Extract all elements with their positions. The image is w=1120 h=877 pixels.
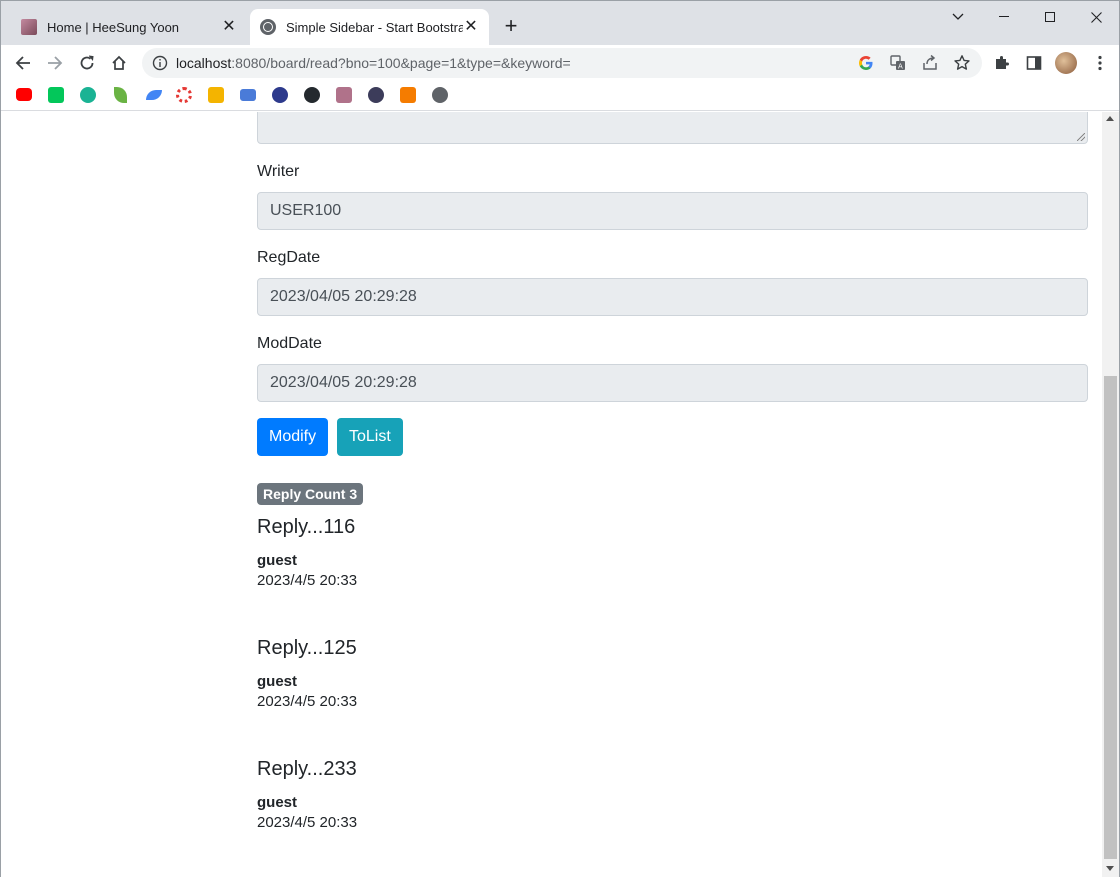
vertical-scrollbar[interactable] (1102, 112, 1119, 877)
profile-avatar-icon (1055, 52, 1077, 74)
tab-title: Simple Sidebar - Start Bootstrap (286, 19, 463, 35)
tab-strip: Home | HeeSung Yoon ✕ Simple Sidebar - S… (1, 1, 1119, 45)
reply-count-badge: Reply Count 3 (257, 483, 364, 505)
address-bar[interactable]: localhost:8080/board/read?bno=100&page=1… (142, 48, 982, 78)
close-icon (1090, 11, 1102, 23)
modify-button[interactable]: Modify (257, 418, 329, 456)
avatar-bookmark-icon[interactable] (336, 87, 352, 103)
app-icon[interactable] (80, 87, 96, 103)
star-icon[interactable] (953, 54, 971, 72)
reload-icon (80, 55, 94, 70)
profile-button[interactable] (1053, 50, 1079, 76)
back-button[interactable] (10, 50, 36, 76)
reload-button[interactable] (74, 50, 100, 76)
owl-icon[interactable] (272, 87, 288, 103)
side-panel-icon (1026, 56, 1042, 70)
ghost-icon[interactable] (368, 87, 384, 103)
tab-search-button[interactable] (935, 5, 981, 29)
bookmarks-bar (1, 81, 1119, 111)
globe-bookmark-icon[interactable] (432, 87, 448, 103)
minimize-icon (999, 16, 1009, 17)
menu-button[interactable] (1087, 50, 1113, 76)
url-text: localhost:8080/board/read?bno=100&page=1… (176, 48, 571, 78)
reply-title: Reply...116 (257, 516, 356, 538)
tolist-button[interactable]: ToList (337, 418, 403, 456)
svg-text:A: A (898, 63, 903, 71)
translate-icon[interactable]: A (889, 54, 907, 72)
close-tab-icon[interactable]: ✕ (463, 19, 479, 35)
resize-grip-icon[interactable] (1077, 133, 1085, 141)
minimize-button[interactable] (981, 5, 1027, 29)
tab-simple-sidebar[interactable]: Simple Sidebar - Start Bootstrap ✕ (250, 9, 489, 45)
home-button[interactable] (106, 50, 132, 76)
reply-date: 2023/4/5 20:33 (257, 814, 358, 831)
reply-writer: guest (257, 552, 298, 569)
cube-icon[interactable] (400, 87, 416, 103)
google-icon[interactable] (857, 54, 875, 72)
globe-icon (260, 19, 276, 35)
page-viewport: Writer USER100 RegDate 2023/04/05 20:29:… (1, 112, 1102, 877)
url-host: localhost (176, 55, 232, 71)
regdate-label: RegDate (257, 249, 321, 266)
youtube-icon[interactable] (16, 88, 32, 101)
regdate-input[interactable]: 2023/04/05 20:29:28 (257, 278, 1088, 316)
reply-title: Reply...125 (257, 637, 357, 659)
maximize-icon (1045, 12, 1055, 22)
scroll-thumb[interactable] (1104, 376, 1117, 859)
reply-date: 2023/4/5 20:33 (257, 572, 358, 589)
forward-button[interactable] (42, 50, 68, 76)
classroom-icon[interactable] (208, 87, 224, 103)
scroll-up-arrow-icon[interactable] (1106, 116, 1114, 121)
more-vertical-icon (1098, 55, 1102, 71)
url-path: :8080/board/read?bno=100&page=1&type=&ke… (231, 55, 571, 71)
moddate-input[interactable]: 2023/04/05 20:29:28 (257, 364, 1088, 402)
reply-title: Reply...233 (257, 758, 357, 780)
chevron-down-icon (952, 13, 964, 20)
side-panel-button[interactable] (1021, 50, 1047, 76)
new-tab-button[interactable]: + (499, 15, 523, 39)
browser-window: Home | HeeSung Yoon ✕ Simple Sidebar - S… (0, 0, 1120, 877)
share-icon[interactable] (921, 54, 939, 72)
close-tab-icon[interactable]: ✕ (221, 19, 237, 35)
writer-input[interactable]: USER100 (257, 192, 1088, 230)
writer-label: Writer (257, 163, 300, 180)
home-icon (112, 55, 126, 70)
reply-item[interactable]: Reply...233 guest 2023/4/5 20:33 (257, 757, 1088, 833)
tab-title: Home | HeeSung Yoon (47, 19, 180, 35)
puzzle-icon (996, 56, 1009, 69)
content-textarea[interactable] (257, 112, 1088, 144)
reply-writer: guest (257, 794, 298, 811)
reply-item[interactable]: Reply...116 guest 2023/4/5 20:33 (257, 515, 1088, 591)
leaf-icon[interactable] (114, 87, 127, 103)
arrow-left-icon (15, 56, 30, 70)
reply-writer: guest (257, 673, 298, 690)
extensions-button[interactable] (989, 50, 1015, 76)
feather-icon[interactable] (146, 90, 162, 100)
scroll-down-arrow-icon[interactable] (1106, 866, 1114, 871)
github-icon[interactable] (304, 87, 320, 103)
naver-icon[interactable] (48, 87, 64, 103)
arrow-right-icon (48, 56, 63, 70)
lifebuoy-icon[interactable] (176, 87, 192, 103)
maximize-button[interactable] (1027, 5, 1073, 29)
close-window-button[interactable] (1073, 5, 1119, 29)
avatar-favicon-icon (21, 19, 37, 35)
kakao-icon[interactable] (240, 89, 256, 101)
reply-item[interactable]: Reply...125 guest 2023/4/5 20:33 (257, 636, 1088, 712)
info-icon[interactable] (152, 55, 168, 71)
tab-home[interactable]: Home | HeeSung Yoon ✕ (11, 9, 247, 45)
reply-date: 2023/4/5 20:33 (257, 693, 358, 710)
browser-toolbar: localhost:8080/board/read?bno=100&page=1… (1, 45, 1119, 81)
moddate-label: ModDate (257, 335, 322, 352)
